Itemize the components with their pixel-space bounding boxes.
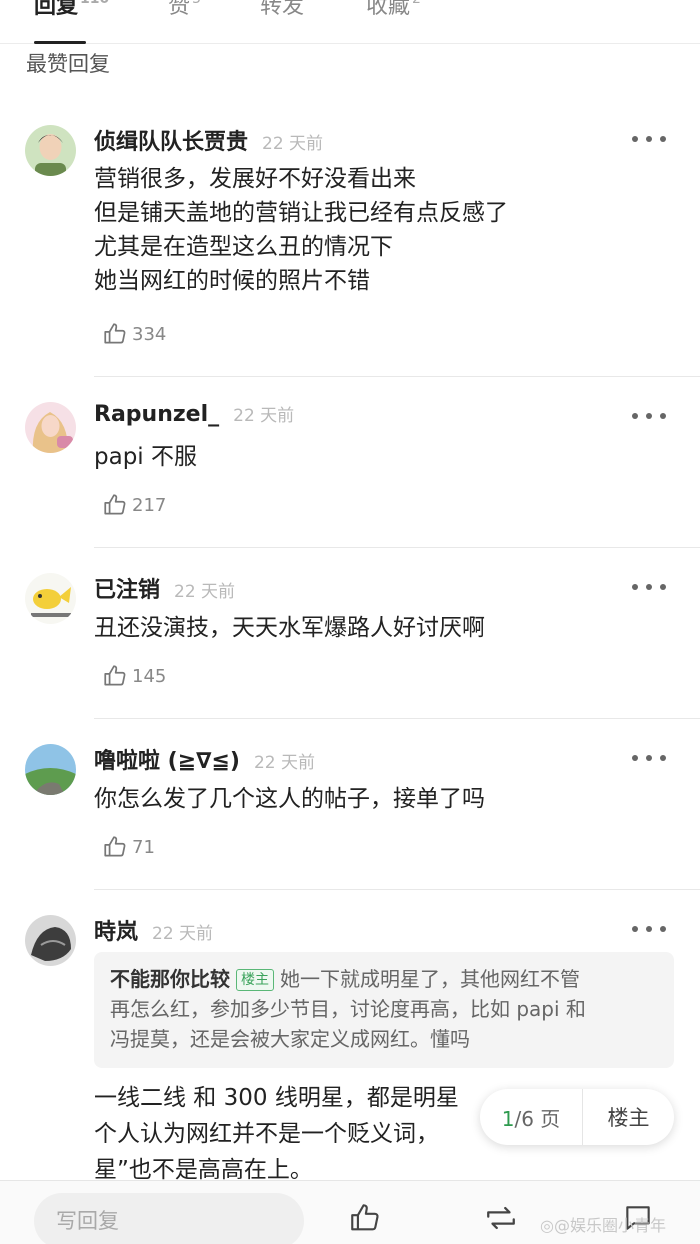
more-options-icon[interactable] xyxy=(632,406,666,426)
username[interactable]: 已注销 xyxy=(94,572,160,604)
thumbs-up-icon xyxy=(104,494,126,515)
weibo-logo-icon: ◎ xyxy=(540,1216,554,1235)
like-button[interactable]: 334 xyxy=(102,320,166,348)
comment-text: papi 不服 xyxy=(94,440,674,474)
quote-line: 不能那你比较 楼主 她一下就成明星了，其他网红不管 xyxy=(110,964,658,994)
comment-line: 丑还没演技，天天水军爆路人好讨厌啊 xyxy=(94,615,485,641)
watermark-text: @娱乐圈小青年 xyxy=(553,1216,666,1235)
thumbs-up-icon xyxy=(104,836,126,857)
like-button[interactable]: 71 xyxy=(102,833,155,861)
page-navigator: 1/6 页 楼主 xyxy=(480,1089,674,1145)
more-options-icon[interactable] xyxy=(632,577,666,597)
quote-line: 再怎么红，参加多少节目，讨论度再高，比如 papi 和 xyxy=(110,997,586,1021)
tab-label: 收藏 xyxy=(366,0,411,19)
section-title: 最赞回复 xyxy=(26,52,110,76)
avatar[interactable] xyxy=(25,573,76,624)
tab-label: 转发 xyxy=(260,0,305,19)
timestamp: 22 天前 xyxy=(233,406,295,426)
tab-favorites[interactable]: 收藏2 xyxy=(366,0,421,20)
total-pages: /6 页 xyxy=(514,1106,561,1131)
comment-line: 她当网红的时候的照片不错 xyxy=(94,268,370,294)
quote-line: 冯提莫，还是会被大家定义成网红。懂吗 xyxy=(110,1027,470,1051)
tab-likes[interactable]: 赞3 xyxy=(168,0,201,20)
tab-label: 回复 xyxy=(34,0,79,19)
like-count: 71 xyxy=(132,836,155,858)
avatar[interactable] xyxy=(25,915,76,966)
timestamp: 22 天前 xyxy=(174,582,236,602)
avatar[interactable] xyxy=(25,125,76,176)
more-options-icon[interactable] xyxy=(632,748,666,768)
like-button[interactable]: 145 xyxy=(102,662,166,690)
thumbs-up-icon xyxy=(104,665,126,686)
username[interactable]: 噜啦啦 (≧∇≦) xyxy=(94,743,240,775)
more-options-icon[interactable] xyxy=(632,919,666,939)
quote-text: 她一下就成明星了，其他网红不管 xyxy=(280,967,580,991)
op-only-button[interactable]: 楼主 xyxy=(583,1102,674,1132)
reply-input[interactable]: 写回复 xyxy=(34,1193,304,1244)
comment-line: 营销很多，发展好不好没看出来 xyxy=(94,166,416,192)
tab-label: 赞 xyxy=(168,0,191,19)
avatar[interactable] xyxy=(25,402,76,453)
tab-count: 2 xyxy=(412,0,421,7)
comment-text: 丑还没演技，天天水军爆路人好讨厌啊 xyxy=(94,611,674,645)
username[interactable]: 侦缉队队长贾贵 xyxy=(94,124,248,156)
divider xyxy=(94,547,700,548)
divider xyxy=(94,376,700,377)
watermark: ◎@娱乐圈小青年 xyxy=(540,1212,666,1236)
comment-text: 你怎么发了几个这人的帖子，接单了吗 xyxy=(94,782,674,816)
timestamp: 22 天前 xyxy=(253,753,316,773)
quoted-username[interactable]: 不能那你比较 xyxy=(110,967,230,991)
tab-reposts[interactable]: 转发 xyxy=(260,0,304,20)
like-post-icon[interactable] xyxy=(348,1201,382,1239)
like-count: 145 xyxy=(132,665,167,687)
op-badge: 楼主 xyxy=(236,969,274,991)
timestamp: 22 天前 xyxy=(262,134,324,154)
comment-line: 但是铺天盖地的营销让我已经有点反感了 xyxy=(94,200,508,226)
page-indicator[interactable]: 1/6 页 xyxy=(480,1103,582,1132)
like-button[interactable]: 217 xyxy=(102,491,166,519)
username[interactable]: 時岚 xyxy=(94,914,138,946)
comment-line: papi 不服 xyxy=(94,444,197,470)
comment-line: 你怎么发了几个这人的帖子，接单了吗 xyxy=(94,786,485,812)
like-count: 217 xyxy=(132,494,167,516)
tab-replies[interactable]: 回复110 xyxy=(34,0,109,20)
active-tab-indicator xyxy=(34,41,86,44)
more-options-icon[interactable] xyxy=(632,129,666,149)
username[interactable]: Rapunzel_ xyxy=(94,402,219,427)
like-count: 334 xyxy=(132,323,167,345)
divider xyxy=(94,718,700,719)
tab-bar: 回复110 赞3 转发 收藏2 xyxy=(0,0,700,44)
comment-text: 营销很多，发展好不好没看出来 但是铺天盖地的营销让我已经有点反感了 尤其是在造型… xyxy=(94,162,674,298)
repost-icon[interactable] xyxy=(482,1201,520,1239)
quoted-reply[interactable]: 不能那你比较 楼主 她一下就成明星了，其他网红不管 再怎么红，参加多少节目，讨论度再… xyxy=(94,952,674,1068)
comment-line: 尤其是在造型这么丑的情况下 xyxy=(94,234,393,260)
tab-count: 3 xyxy=(192,0,201,7)
thumbs-up-icon xyxy=(104,323,126,344)
tab-count: 110 xyxy=(80,0,109,7)
timestamp: 22 天前 xyxy=(152,924,214,944)
current-page: 1 xyxy=(501,1106,515,1131)
avatar[interactable] xyxy=(25,744,76,795)
divider xyxy=(94,889,700,890)
